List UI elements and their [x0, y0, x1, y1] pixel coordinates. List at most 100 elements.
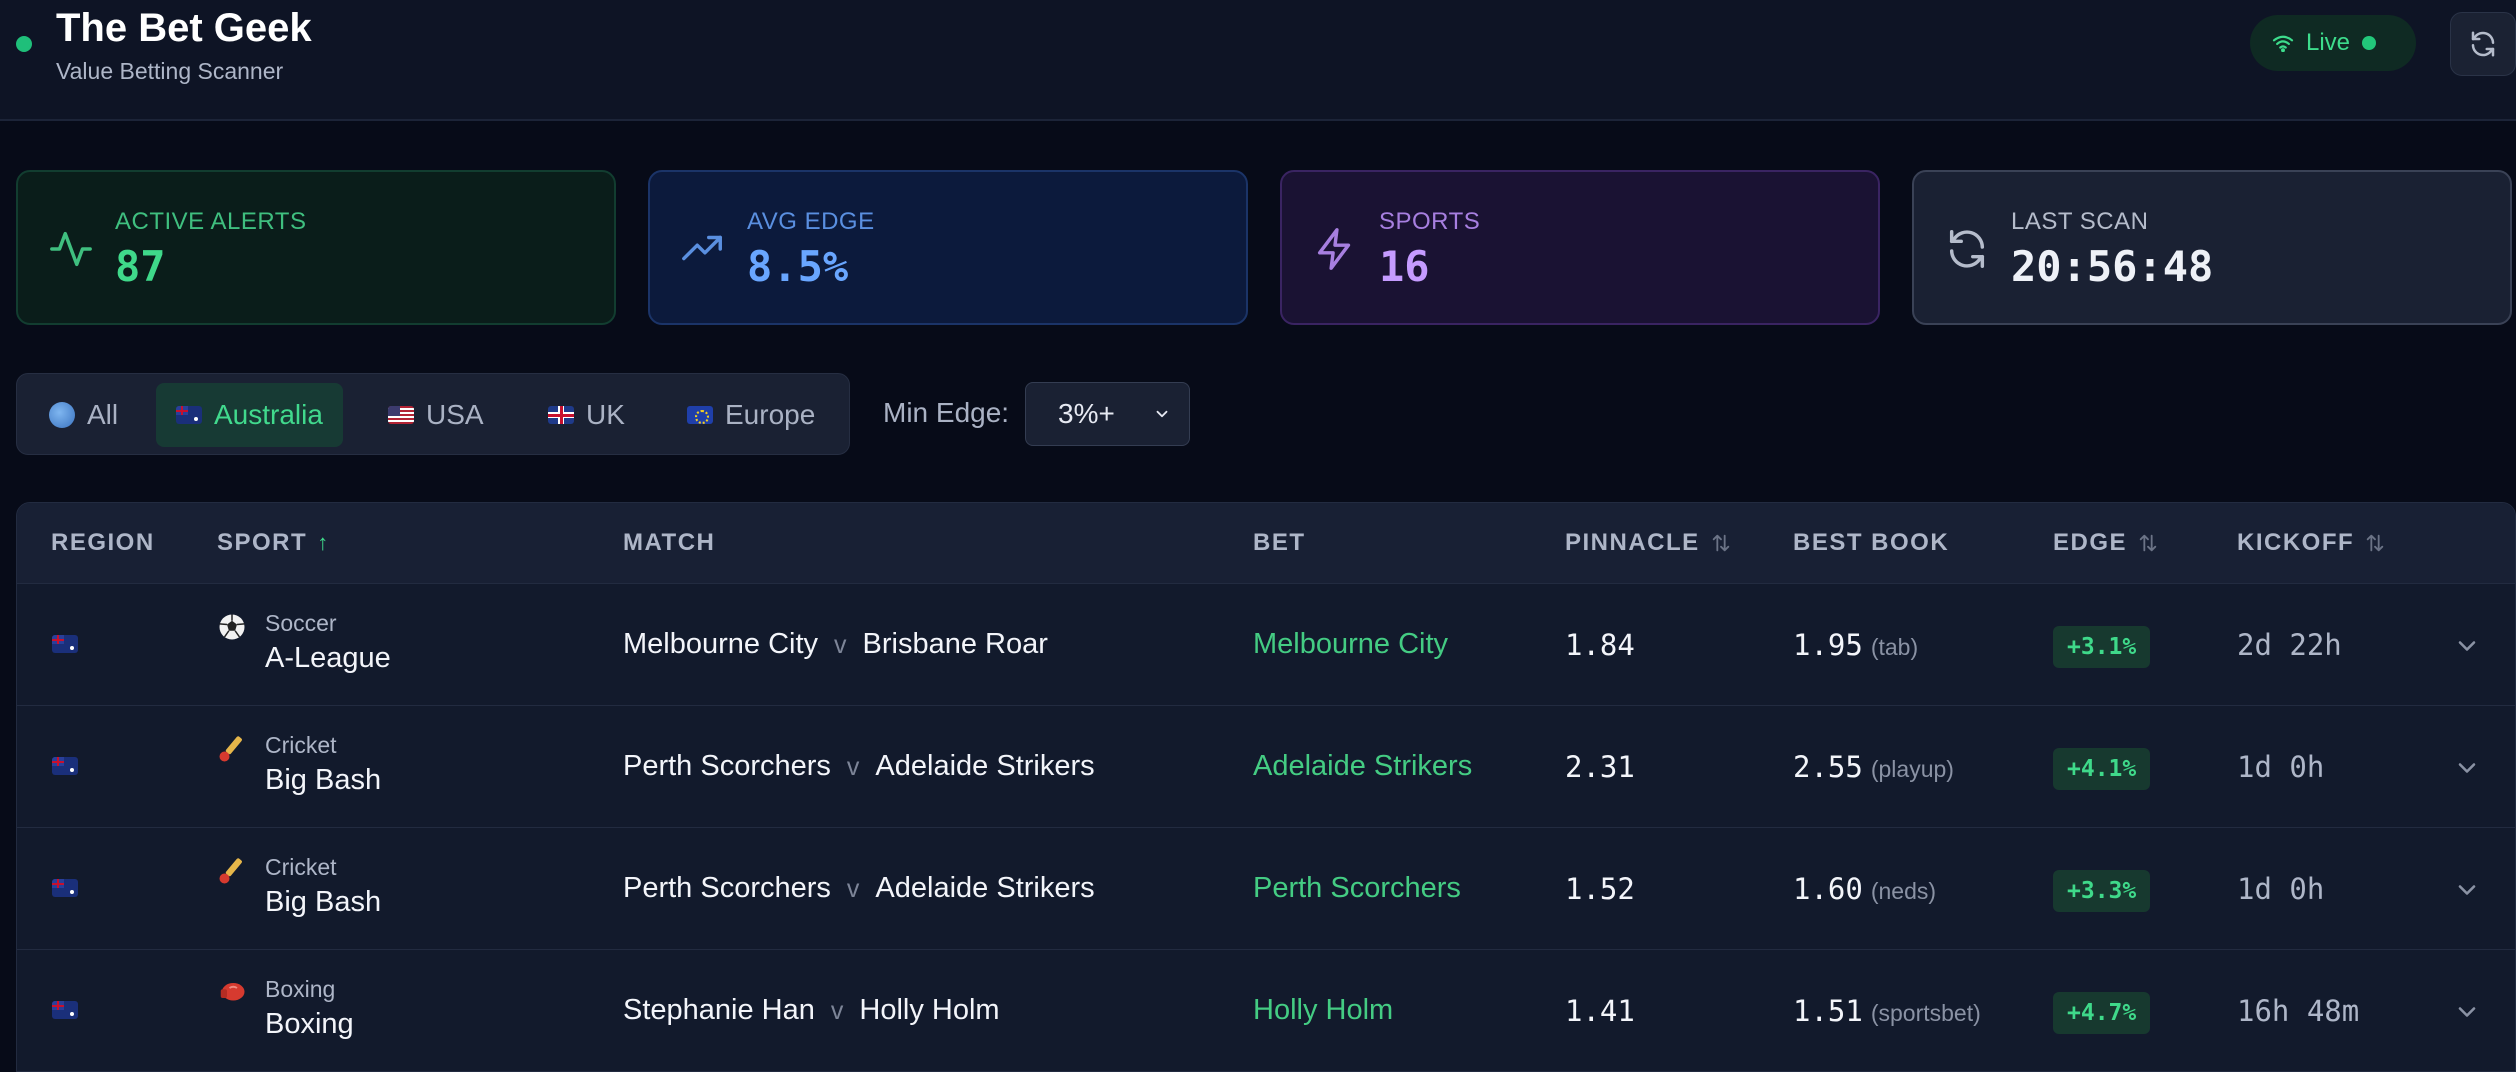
stat-value: 20:56:48	[2011, 242, 2214, 291]
column-header-sport[interactable]: SPORT ↑	[217, 529, 330, 557]
app-header: The Bet Geek Value Betting Scanner Live	[0, 0, 2516, 121]
live-label: Live	[2306, 29, 2351, 56]
chevron-down-icon[interactable]	[2453, 876, 2481, 904]
region-tab-europe[interactable]: Europe	[667, 383, 835, 447]
column-header-pinnacle[interactable]: PINNACLE	[1565, 529, 1732, 557]
flag-uk-icon	[548, 406, 574, 424]
best-book-odds: 2.55 (playup)	[1793, 750, 1954, 784]
sort-icon	[2139, 534, 2157, 552]
kickoff-time: 16h 48m	[2237, 994, 2360, 1028]
away-team: Holly Holm	[859, 994, 1000, 1026]
bookmaker-name: (playup)	[1870, 756, 1954, 782]
pinnacle-odds: 1.84	[1565, 628, 1635, 662]
away-team: Brisbane Roar	[862, 628, 1048, 660]
best-odds-value: 1.95	[1793, 628, 1863, 662]
sport-league: Boxing	[265, 1008, 354, 1040]
sport-category: Boxing	[265, 976, 336, 1002]
wifi-icon	[2272, 35, 2294, 52]
kickoff-time: 1d 0h	[2237, 872, 2325, 906]
versus-label: v	[846, 875, 860, 903]
region-filter: All Australia USA UK Europe	[16, 373, 850, 455]
flag-eu-icon	[687, 406, 713, 424]
min-edge-select[interactable]: 3%+	[1025, 382, 1190, 446]
chevron-down-icon[interactable]	[2453, 754, 2481, 782]
stat-card-last-scan: LAST SCAN 20:56:48	[1912, 170, 2512, 325]
column-header-edge[interactable]: EDGE	[2053, 529, 2159, 557]
column-header-bet[interactable]: BET	[1253, 529, 1306, 557]
region-tab-label: UK	[586, 399, 625, 430]
globe-icon	[49, 402, 75, 428]
soccer-ball-icon	[219, 614, 245, 640]
best-book-odds: 1.95 (tab)	[1793, 628, 1918, 662]
live-status-badge[interactable]: Live	[2250, 15, 2416, 71]
region-tab-australia[interactable]: Australia	[156, 383, 343, 447]
refresh-icon	[1949, 230, 1985, 268]
app-subtitle: Value Betting Scanner	[56, 58, 284, 84]
kickoff-time: 2d 22h	[2237, 628, 2342, 662]
home-team: Stephanie Han	[623, 994, 815, 1026]
refresh-icon	[2471, 31, 2495, 57]
flag-au-icon	[52, 879, 78, 897]
edge-badge: +3.1%	[2053, 626, 2151, 668]
away-team: Adelaide Strikers	[875, 872, 1095, 904]
sort-asc-icon: ↑	[317, 530, 330, 555]
region-tab-usa[interactable]: USA	[368, 383, 504, 447]
refresh-button[interactable]	[2450, 12, 2516, 76]
best-odds-value: 2.55	[1793, 750, 1863, 784]
edge-badge: +3.3%	[2053, 870, 2151, 912]
column-header-best-book[interactable]: BEST BOOK	[1793, 529, 1949, 557]
min-edge-label: Min Edge:	[883, 397, 1010, 428]
region-tab-label: USA	[426, 399, 484, 430]
match-teams: Melbourne City v Brisbane Roar	[623, 628, 1048, 661]
bookmaker-name: (neds)	[1870, 878, 1937, 904]
bet-selection: Perth Scorchers	[1253, 872, 1461, 904]
stat-value: 8.5%	[747, 242, 849, 291]
lightning-icon	[1317, 228, 1351, 270]
edge-badge: +4.7%	[2053, 992, 2151, 1034]
stat-label: LAST SCAN	[2011, 208, 2149, 235]
best-book-odds: 1.60 (neds)	[1793, 872, 1936, 906]
cricket-icon	[219, 858, 242, 884]
chevron-down-icon	[1156, 410, 1168, 418]
stat-value: 87	[115, 242, 166, 291]
match-teams: Stephanie Han v Holly Holm	[623, 994, 1000, 1027]
match-teams: Perth Scorchers v Adelaide Strikers	[623, 750, 1095, 783]
chevron-down-icon[interactable]	[2453, 998, 2481, 1026]
table-row[interactable]: Boxing Boxing Stephanie Han v Holly Holm…	[17, 949, 2515, 1071]
match-teams: Perth Scorchers v Adelaide Strikers	[623, 872, 1095, 905]
column-header-kickoff[interactable]: KICKOFF	[2237, 529, 2386, 557]
region-tab-uk[interactable]: UK	[528, 383, 645, 447]
sport-category: Soccer	[265, 610, 337, 636]
table-row[interactable]: Soccer A-League Melbourne City v Brisban…	[17, 583, 2515, 705]
column-header-region[interactable]: REGION	[51, 529, 155, 557]
pinnacle-odds: 2.31	[1565, 750, 1635, 784]
region-tab-label: All	[87, 399, 119, 430]
chevron-down-icon[interactable]	[2453, 632, 2481, 660]
boxing-glove-icon	[220, 983, 245, 1001]
sport-league: Big Bash	[265, 764, 382, 796]
bet-selection: Melbourne City	[1253, 628, 1449, 660]
table-row[interactable]: Cricket Big Bash Perth Scorchers v Adela…	[17, 705, 2515, 827]
stat-card-sports: SPORTS 16	[1280, 170, 1880, 325]
flag-au-icon	[52, 635, 78, 653]
best-odds-value: 1.51	[1793, 994, 1863, 1028]
stat-card-avg-edge: AVG EDGE 8.5%	[648, 170, 1248, 325]
versus-label: v	[830, 997, 844, 1025]
flag-au-icon	[52, 757, 78, 775]
column-header-match[interactable]: MATCH	[623, 529, 715, 557]
bookmaker-name: (sportsbet)	[1870, 1000, 1981, 1026]
table-row[interactable]: Cricket Big Bash Perth Scorchers v Adela…	[17, 827, 2515, 949]
sport-league: A-League	[265, 642, 391, 674]
pinnacle-odds: 1.41	[1565, 994, 1635, 1028]
sort-icon	[2366, 534, 2384, 552]
sport-category: Cricket	[265, 854, 337, 880]
bookmaker-name: (tab)	[1870, 634, 1919, 660]
versus-label: v	[846, 753, 860, 781]
sort-icon	[1712, 534, 1729, 552]
status-dot	[16, 36, 32, 52]
best-book-odds: 1.51 (sportsbet)	[1793, 994, 1981, 1028]
bet-selection: Adelaide Strikers	[1253, 750, 1473, 782]
flag-us-icon	[388, 406, 414, 424]
flag-au-icon	[52, 1001, 78, 1019]
region-tab-all[interactable]: All	[29, 383, 138, 447]
